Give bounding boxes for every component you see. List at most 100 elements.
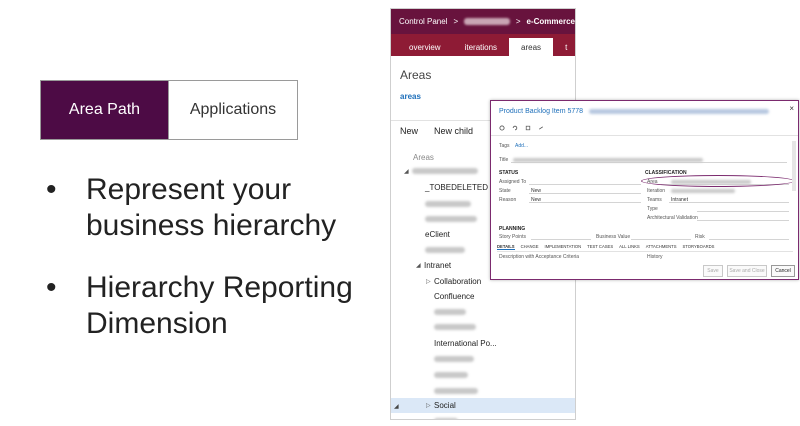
tree-header: Areas [413, 153, 434, 162]
tab-details[interactable]: DETAILS [497, 244, 515, 250]
tree-node[interactable] [391, 353, 575, 365]
tags-label: Tags [499, 143, 510, 149]
assigned-to-field[interactable] [529, 179, 641, 185]
tree-node[interactable] [391, 415, 575, 419]
tab-overflow[interactable]: t [553, 38, 575, 56]
close-icon[interactable]: × [789, 104, 794, 113]
tree-node-social[interactable]: ▷ Social [391, 398, 575, 413]
type-label: Type [647, 206, 658, 212]
redacted-node [425, 216, 477, 222]
expanded-arrow-icon[interactable]: ◢ [404, 168, 412, 175]
expanded-arrow-icon[interactable]: ◢ [416, 262, 424, 269]
redacted-node [434, 309, 466, 315]
redacted-text [589, 108, 770, 114]
tree-node[interactable]: Confluence [391, 290, 575, 302]
page-title: Areas [400, 68, 432, 82]
reason-label: Reason [499, 197, 517, 203]
status-header: STATUS [499, 170, 519, 176]
breadcrumb-separator: > [515, 17, 521, 26]
tab-areas[interactable]: areas [509, 38, 554, 56]
business-value-label: Business Value [596, 234, 631, 240]
bullet-item: • Hierarchy Reporting Dimension [46, 270, 386, 342]
tab-change[interactable]: CHANGE [521, 244, 539, 250]
teams-label: Teams [647, 197, 662, 203]
new-button[interactable]: New [400, 126, 418, 136]
tree-node-label: Collaboration [434, 276, 482, 286]
tree-node[interactable] [391, 385, 575, 397]
tree-node-label: International Po... [434, 338, 497, 348]
state-dropdown[interactable] [529, 188, 641, 194]
area-highlight [641, 175, 795, 187]
redacted-text [464, 18, 510, 25]
areas-link[interactable]: areas [391, 82, 575, 101]
tab-test-cases[interactable]: TEST CASES [587, 244, 613, 250]
planning-header: PLANNING [499, 226, 526, 232]
redacted-node [412, 168, 478, 174]
new-child-button[interactable]: New child [434, 126, 473, 136]
tree-node[interactable] [391, 369, 575, 381]
risk-dropdown[interactable] [709, 234, 789, 240]
reason-dropdown[interactable] [529, 197, 641, 203]
cancel-button[interactable]: Cancel [771, 265, 795, 277]
tab-overview[interactable]: overview [391, 38, 453, 56]
tab-storyboards[interactable]: STORYBOARDS [683, 244, 715, 250]
tab-applications[interactable]: Applications [168, 81, 297, 139]
save-and-close-button[interactable]: Save and Close [727, 265, 767, 277]
redacted-node [425, 247, 465, 253]
redacted-node [434, 388, 478, 394]
dialog-scrollbar[interactable] [792, 141, 796, 191]
tags-add-link[interactable]: Add... [515, 143, 528, 149]
tree-node[interactable] [391, 321, 575, 333]
collapsed-arrow-icon[interactable]: ▷ [426, 402, 434, 409]
tree-node-label: Social [434, 401, 456, 410]
redacted-node [434, 372, 468, 378]
breadcrumb-separator: > [453, 17, 459, 26]
business-value-field[interactable] [631, 234, 691, 240]
area-tabs: Area Path Applications [40, 80, 298, 140]
dialog-toolbar [499, 125, 544, 131]
history-label: History [647, 254, 663, 260]
story-points-field[interactable] [531, 234, 591, 240]
work-item-dialog: × Product Backlog Item 5778 Tags Add... … [490, 100, 799, 280]
tab-attachments[interactable]: ATTACHMENTS [646, 244, 677, 250]
tree-node-label: Confluence [434, 291, 475, 301]
iteration-label: Iteration [647, 188, 666, 194]
bullet-item: • Represent your business hierarchy [46, 172, 386, 244]
story-points-label: Story Points [499, 234, 526, 240]
teams-dropdown[interactable] [669, 197, 789, 203]
bullet-text: Hierarchy Reporting Dimension [86, 271, 353, 340]
link-icon[interactable] [538, 125, 544, 131]
copy-icon[interactable] [525, 125, 531, 131]
architectural-validation-dropdown[interactable] [697, 215, 789, 221]
breadcrumb-leaf[interactable]: e-Commerce [527, 17, 575, 26]
divider [497, 251, 793, 252]
title-label: Title [499, 157, 509, 163]
dialog-title: Product Backlog Item 5778 [499, 108, 770, 115]
tab-all-links[interactable]: ALL LINKS [619, 244, 640, 250]
tab-iterations[interactable]: iterations [453, 38, 509, 56]
collapsed-arrow-icon[interactable]: ▷ [426, 278, 434, 285]
assigned-to-label: Assigned To [499, 179, 527, 185]
bullet-dot: • [46, 271, 57, 304]
redacted-node [425, 201, 471, 207]
tree-node[interactable]: International Po... [391, 337, 575, 349]
bullet-list: • Represent your business hierarchy • Hi… [46, 172, 386, 368]
risk-label: Risk [695, 234, 705, 240]
scroll-down-icon[interactable]: ◢ [394, 403, 399, 410]
tree-node[interactable] [391, 306, 575, 318]
type-dropdown[interactable] [697, 206, 789, 212]
redacted-text [671, 189, 735, 193]
state-label: State [499, 188, 511, 194]
project-nav-tabs: overview iterations areas t [391, 34, 575, 56]
bullet-dot: • [46, 173, 57, 206]
undo-icon[interactable] [512, 125, 518, 131]
save-button[interactable]: Save [703, 265, 723, 277]
breadcrumb-root[interactable]: Control Panel [399, 17, 447, 26]
tab-implementation[interactable]: IMPLEMENTATION [545, 244, 582, 250]
tab-area-path[interactable]: Area Path [41, 81, 168, 139]
tree-node-label: eClient [425, 229, 450, 239]
description-label: Description with Acceptance Criteria [499, 254, 580, 260]
redacted-node [434, 418, 458, 419]
redacted-text [513, 158, 703, 162]
refresh-icon[interactable] [499, 125, 505, 131]
